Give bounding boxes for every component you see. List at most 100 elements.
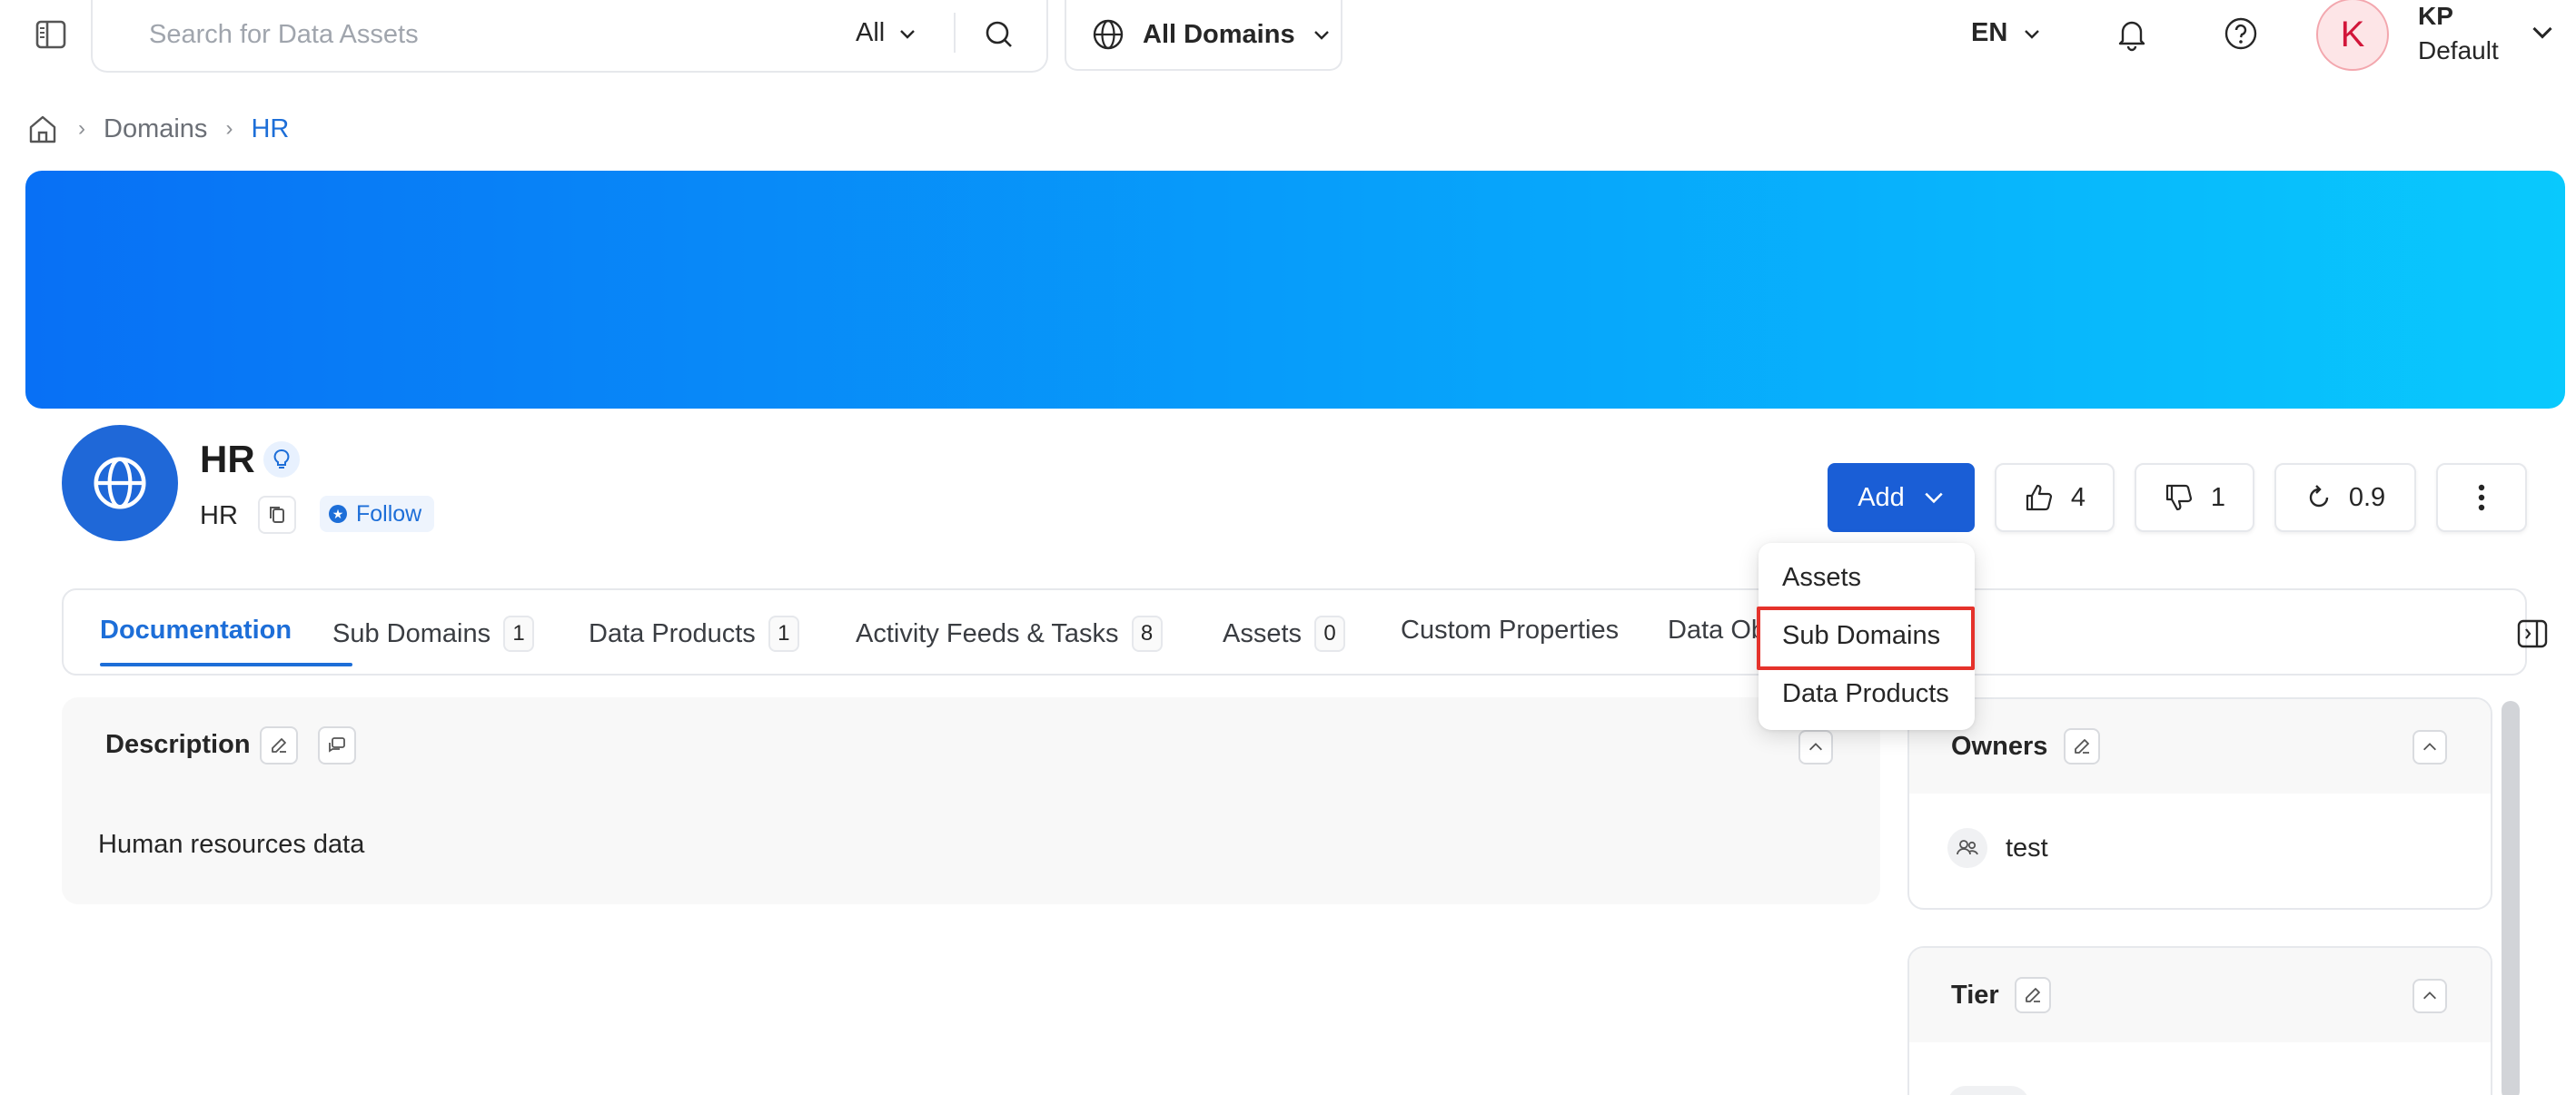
chevron-down-icon bbox=[900, 29, 916, 39]
tab-bar: Documentation Sub Domains 1 Data Product… bbox=[62, 588, 2548, 676]
edit-tier-button[interactable] bbox=[2015, 977, 2051, 1013]
add-dropdown-menu: Assets Sub Domains Data Products bbox=[1757, 543, 1975, 730]
panel-toggle-icon[interactable] bbox=[2516, 617, 2549, 650]
follow-label: Follow bbox=[356, 500, 422, 527]
tab-label: Sub Domains bbox=[332, 618, 491, 648]
menu-item-assets[interactable]: Assets bbox=[1782, 563, 1861, 593]
team-icon bbox=[1947, 828, 1987, 868]
tab-assets[interactable]: Assets 0 bbox=[1223, 616, 1346, 652]
page-title: HR bbox=[200, 438, 255, 480]
owners-header: Owners bbox=[1909, 699, 2491, 794]
search-filter-dropdown[interactable]: All bbox=[856, 18, 917, 48]
active-tab-indicator bbox=[100, 663, 352, 666]
menu-item-data-products[interactable]: Data Products bbox=[1782, 679, 1949, 709]
downvote-count: 1 bbox=[2210, 482, 2226, 512]
tier-tag[interactable]: Tier1 bbox=[1947, 1086, 2030, 1095]
user-role: Default bbox=[2418, 36, 2499, 64]
chevron-up-icon bbox=[1808, 743, 1823, 751]
breadcrumb: › Domains › HR bbox=[25, 111, 289, 147]
tab-custom-properties[interactable]: Custom Properties bbox=[1401, 616, 1619, 646]
domain-selector-label: All Domains bbox=[1143, 19, 1295, 49]
comment-icon bbox=[329, 737, 345, 753]
collapse-owners-button[interactable] bbox=[2413, 730, 2447, 765]
more-vertical-icon bbox=[2478, 484, 2485, 511]
chevron-up-icon bbox=[2422, 991, 2437, 1000]
edit-owners-button[interactable] bbox=[2064, 728, 2100, 765]
globe-icon bbox=[94, 457, 146, 509]
chevron-down-icon bbox=[1925, 492, 1943, 504]
version-button[interactable]: 0.9 bbox=[2274, 463, 2416, 532]
domain-banner bbox=[25, 171, 2565, 409]
tab-label: Data Products bbox=[589, 618, 756, 648]
search-bar[interactable]: Search for Data Assets All bbox=[91, 0, 1048, 73]
edit-icon bbox=[2026, 988, 2040, 1002]
lightbulb-icon[interactable] bbox=[263, 441, 300, 478]
breadcrumb-domains[interactable]: Domains bbox=[104, 114, 207, 144]
upvote-button[interactable]: 4 bbox=[1995, 463, 2115, 532]
thumbs-down-icon bbox=[2165, 484, 2193, 511]
edit-icon bbox=[272, 738, 286, 753]
scrollbar[interactable] bbox=[2502, 701, 2520, 1095]
tab-data-products[interactable]: Data Products 1 bbox=[589, 616, 799, 652]
owner-name[interactable]: test bbox=[2006, 834, 2048, 863]
chevron-down-icon bbox=[1313, 31, 1329, 40]
entity-display-name: HR bbox=[200, 501, 238, 530]
bell-icon[interactable] bbox=[2113, 15, 2151, 53]
breadcrumb-current[interactable]: HR bbox=[251, 114, 289, 144]
owners-title: Owners bbox=[1951, 732, 2048, 761]
owner-item[interactable]: test bbox=[1947, 828, 2048, 868]
help-icon[interactable] bbox=[2222, 15, 2260, 53]
tab-label: Activity Feeds & Tasks bbox=[856, 618, 1119, 648]
collapse-tier-button[interactable] bbox=[2413, 979, 2447, 1013]
description-card: Description Human resources data bbox=[62, 697, 1880, 904]
more-options-button[interactable] bbox=[2436, 463, 2527, 532]
search-input[interactable]: Search for Data Assets bbox=[149, 20, 419, 50]
tab-sub-domains[interactable]: Sub Domains 1 bbox=[332, 616, 535, 652]
domain-avatar bbox=[62, 425, 178, 541]
chevron-up-icon bbox=[2422, 743, 2437, 751]
add-button[interactable]: Add bbox=[1828, 463, 1975, 532]
home-icon[interactable] bbox=[25, 112, 60, 146]
tab-count-badge: 0 bbox=[1314, 616, 1346, 652]
description-title: Description bbox=[105, 730, 251, 759]
copy-icon bbox=[270, 507, 284, 523]
breadcrumb-separator: › bbox=[78, 116, 85, 141]
tab-label: Custom Properties bbox=[1401, 616, 1620, 645]
comment-description-button[interactable] bbox=[318, 726, 356, 765]
tab-data-observability[interactable]: Data Ob bbox=[1668, 616, 1766, 646]
version-number: 0.9 bbox=[2348, 482, 2386, 512]
downvote-button[interactable]: 1 bbox=[2135, 463, 2254, 532]
user-name[interactable]: KP bbox=[2418, 2, 2453, 31]
search-divider bbox=[954, 13, 956, 53]
search-icon[interactable] bbox=[981, 16, 1017, 53]
tier-header: Tier bbox=[1909, 948, 2491, 1042]
language-label: EN bbox=[1971, 18, 2008, 47]
sidebar-toggle-icon[interactable] bbox=[33, 16, 69, 53]
tier-card: Tier Tier1 bbox=[1907, 946, 2492, 1095]
tab-label: Data Ob bbox=[1668, 616, 1766, 645]
language-selector[interactable]: EN bbox=[1971, 18, 2042, 48]
follow-button[interactable]: ★ Follow bbox=[320, 496, 435, 532]
version-history-icon bbox=[2309, 485, 2329, 508]
breadcrumb-separator: › bbox=[225, 116, 233, 141]
tab-activity-feeds[interactable]: Activity Feeds & Tasks 8 bbox=[856, 616, 1163, 652]
tab-documentation[interactable]: Documentation bbox=[100, 616, 292, 646]
globe-icon bbox=[1093, 19, 1124, 50]
chevron-down-icon bbox=[2025, 29, 2040, 39]
edit-description-button[interactable] bbox=[260, 726, 298, 765]
tier-title: Tier bbox=[1951, 981, 1999, 1010]
copy-button[interactable] bbox=[258, 496, 296, 534]
upvote-count: 4 bbox=[2070, 482, 2086, 512]
add-button-label: Add bbox=[1858, 482, 1905, 512]
tab-count-badge: 1 bbox=[503, 616, 535, 652]
chevron-down-icon[interactable] bbox=[2529, 18, 2556, 45]
avatar[interactable]: K bbox=[2316, 0, 2389, 71]
tab-count-badge: 1 bbox=[768, 616, 799, 652]
thumbs-up-icon bbox=[2026, 484, 2053, 511]
edit-icon bbox=[2075, 739, 2089, 754]
collapse-description-button[interactable] bbox=[1798, 730, 1833, 765]
domain-selector[interactable]: All Domains bbox=[1065, 0, 1342, 71]
tab-label: Assets bbox=[1223, 618, 1303, 648]
follow-icon: ★ bbox=[329, 505, 347, 523]
owners-card: Owners test bbox=[1907, 697, 2492, 910]
